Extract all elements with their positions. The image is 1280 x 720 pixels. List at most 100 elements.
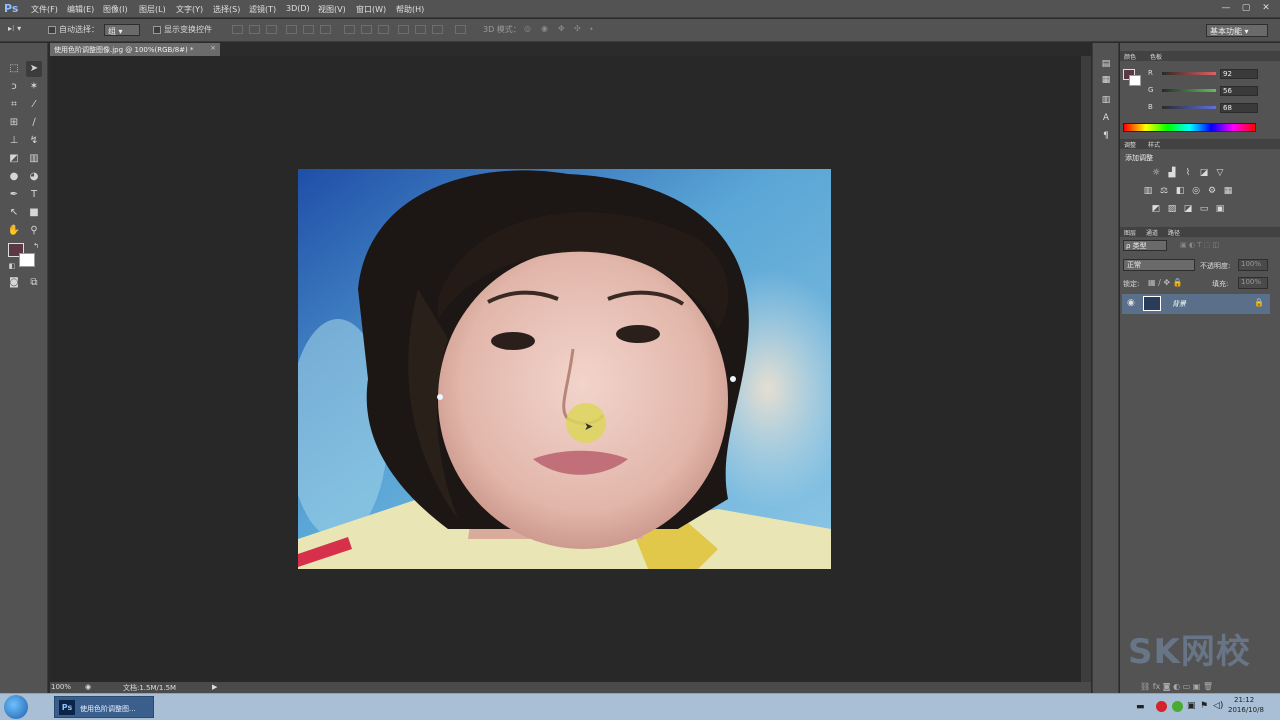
- tab-swatches[interactable]: 色板: [1150, 52, 1162, 61]
- menu-edit[interactable]: 编辑(E): [67, 4, 94, 15]
- blue-value-input[interactable]: 68: [1220, 103, 1258, 113]
- auto-select-checkbox[interactable]: [48, 26, 56, 34]
- curves-icon[interactable]: ⌇: [1182, 168, 1194, 179]
- tray-antivirus-icon[interactable]: [1156, 701, 1167, 712]
- lock-icons[interactable]: ▦ ∕ ✥ 🔒: [1148, 278, 1183, 287]
- auto-align-icon[interactable]: [455, 25, 466, 34]
- pen-tool-icon[interactable]: ✒: [6, 187, 22, 203]
- status-info-icon[interactable]: ◉: [85, 683, 91, 691]
- menu-help[interactable]: 帮助(H): [396, 4, 424, 15]
- maximize-button[interactable]: ▢: [1238, 3, 1254, 14]
- tray-keyboard-icon[interactable]: ▬: [1136, 702, 1145, 712]
- move-tool-preset-icon[interactable]: ▸⁝ ▾: [8, 24, 21, 37]
- green-slider[interactable]: [1162, 89, 1216, 92]
- vertical-scrollbar[interactable]: [1081, 56, 1091, 682]
- close-window-button[interactable]: ✕: [1258, 3, 1274, 14]
- menu-type[interactable]: 文字(Y): [176, 4, 203, 15]
- zoom-tool-icon[interactable]: ⚲: [26, 223, 42, 239]
- color-spectrum-ramp[interactable]: [1123, 123, 1256, 132]
- align-hcenter-icon[interactable]: [303, 25, 314, 34]
- tab-adjustments[interactable]: 调整: [1124, 140, 1136, 149]
- align-right-icon[interactable]: [320, 25, 331, 34]
- photo-filter-icon[interactable]: ◎: [1190, 186, 1202, 197]
- menu-layer[interactable]: 图层(L): [139, 4, 166, 15]
- zoom-level[interactable]: 100%: [51, 683, 71, 691]
- tray-volume-icon[interactable]: ◁): [1213, 701, 1223, 711]
- document-tab[interactable]: 使用色阶调整图像.jpg @ 100%(RGB/8#) * ×: [50, 43, 220, 56]
- brush-tool-icon[interactable]: ∕: [26, 115, 42, 131]
- layer-filter-icons[interactable]: ▣ ◐ T ⬚ ◫: [1180, 241, 1270, 250]
- color-lookup-icon[interactable]: ▦: [1222, 186, 1234, 197]
- align-vcenter-icon[interactable]: [249, 25, 260, 34]
- distribute-vcenter-icon[interactable]: [361, 25, 372, 34]
- hue-saturation-icon[interactable]: ▥: [1142, 186, 1154, 197]
- gradient-map-icon[interactable]: ▭: [1198, 204, 1210, 215]
- tab-styles[interactable]: 样式: [1148, 140, 1160, 149]
- 3d-roll-icon[interactable]: ◉: [541, 24, 548, 37]
- gradient-tool-icon[interactable]: ▥: [26, 151, 42, 167]
- marquee-tool-icon[interactable]: ⬚: [6, 61, 22, 77]
- align-bottom-icon[interactable]: [266, 25, 277, 34]
- history-panel-icon[interactable]: ▤: [1099, 59, 1113, 73]
- menu-3d[interactable]: 3D(D): [286, 4, 310, 13]
- history-brush-tool-icon[interactable]: ↯: [26, 133, 42, 149]
- screen-mode-icon[interactable]: ⧉: [26, 275, 42, 291]
- status-menu-arrow-icon[interactable]: ▶: [212, 683, 217, 691]
- taskbar-photoshop-button[interactable]: Ps 使用色阶调整图...: [54, 696, 154, 718]
- document-image[interactable]: [298, 169, 831, 569]
- menu-file[interactable]: 文件(F): [31, 4, 58, 15]
- layer-filter-dropdown[interactable]: ρ 类型: [1123, 240, 1167, 251]
- tab-channels[interactable]: 通道: [1146, 228, 1158, 237]
- properties-panel-icon[interactable]: ▦: [1099, 75, 1113, 89]
- layer-row[interactable]: ◉ 背景 🔒: [1122, 294, 1270, 314]
- align-left-icon[interactable]: [286, 25, 297, 34]
- menu-image[interactable]: 图像(I): [103, 4, 128, 15]
- distribute-hcenter-icon[interactable]: [415, 25, 426, 34]
- exposure-icon[interactable]: ◪: [1198, 168, 1210, 179]
- menu-filter[interactable]: 滤镜(T): [249, 4, 276, 15]
- healing-brush-tool-icon[interactable]: ⊞: [6, 115, 22, 131]
- eraser-tool-icon[interactable]: ◩: [6, 151, 22, 167]
- dodge-tool-icon[interactable]: ◕: [26, 169, 42, 185]
- path-selection-tool-icon[interactable]: ↖: [6, 205, 22, 221]
- paragraph-panel-icon[interactable]: ¶: [1099, 131, 1113, 145]
- invert-icon[interactable]: ◩: [1150, 204, 1162, 215]
- clone-stamp-tool-icon[interactable]: ⊥: [6, 133, 22, 149]
- black-white-icon[interactable]: ◧: [1174, 186, 1186, 197]
- tray-date[interactable]: 2016/10/8: [1228, 706, 1264, 714]
- levels-icon[interactable]: ▟: [1166, 168, 1178, 179]
- show-transform-checkbox[interactable]: [153, 26, 161, 34]
- tray-time[interactable]: 21:12: [1234, 696, 1254, 704]
- align-top-icon[interactable]: [232, 25, 243, 34]
- tray-app-icon[interactable]: [1172, 701, 1183, 712]
- menu-select[interactable]: 选择(S): [213, 4, 240, 15]
- blue-slider[interactable]: [1162, 106, 1216, 109]
- menu-view[interactable]: 视图(V): [318, 4, 346, 15]
- posterize-icon[interactable]: ▨: [1166, 204, 1178, 215]
- tab-color[interactable]: 颜色: [1124, 52, 1136, 61]
- selective-color-icon[interactable]: ▣: [1214, 204, 1226, 215]
- auto-select-dropdown[interactable]: 组 ▾: [104, 24, 140, 36]
- type-tool-icon[interactable]: T: [26, 187, 42, 203]
- 3d-drag-icon[interactable]: ✥: [558, 24, 565, 37]
- threshold-icon[interactable]: ◪: [1182, 204, 1194, 215]
- vibrance-icon[interactable]: ▽: [1214, 168, 1226, 179]
- layer-name[interactable]: 背景: [1172, 299, 1186, 309]
- default-colors-icon[interactable]: ◧: [4, 258, 20, 274]
- blur-tool-icon[interactable]: ●: [6, 169, 22, 185]
- eye-visibility-icon[interactable]: ◉: [1127, 298, 1135, 308]
- 3d-scale-icon[interactable]: ⬩: [590, 24, 593, 37]
- lasso-tool-icon[interactable]: ↄ: [6, 79, 22, 95]
- channel-mixer-icon[interactable]: ⚙: [1206, 186, 1218, 197]
- green-value-input[interactable]: 56: [1220, 86, 1258, 96]
- tab-layers[interactable]: 图层: [1124, 228, 1136, 237]
- tray-network-icon[interactable]: ▣: [1187, 701, 1196, 711]
- magic-wand-tool-icon[interactable]: ✶: [26, 79, 42, 95]
- 3d-slide-icon[interactable]: ✣: [574, 24, 581, 37]
- quick-mask-icon[interactable]: ◙: [6, 275, 22, 291]
- fill-input[interactable]: 100%: [1238, 277, 1268, 289]
- swap-colors-icon[interactable]: ↰: [28, 238, 44, 254]
- distribute-left-icon[interactable]: [398, 25, 409, 34]
- red-value-input[interactable]: 92: [1220, 69, 1258, 79]
- color-balance-icon[interactable]: ⚖: [1158, 186, 1170, 197]
